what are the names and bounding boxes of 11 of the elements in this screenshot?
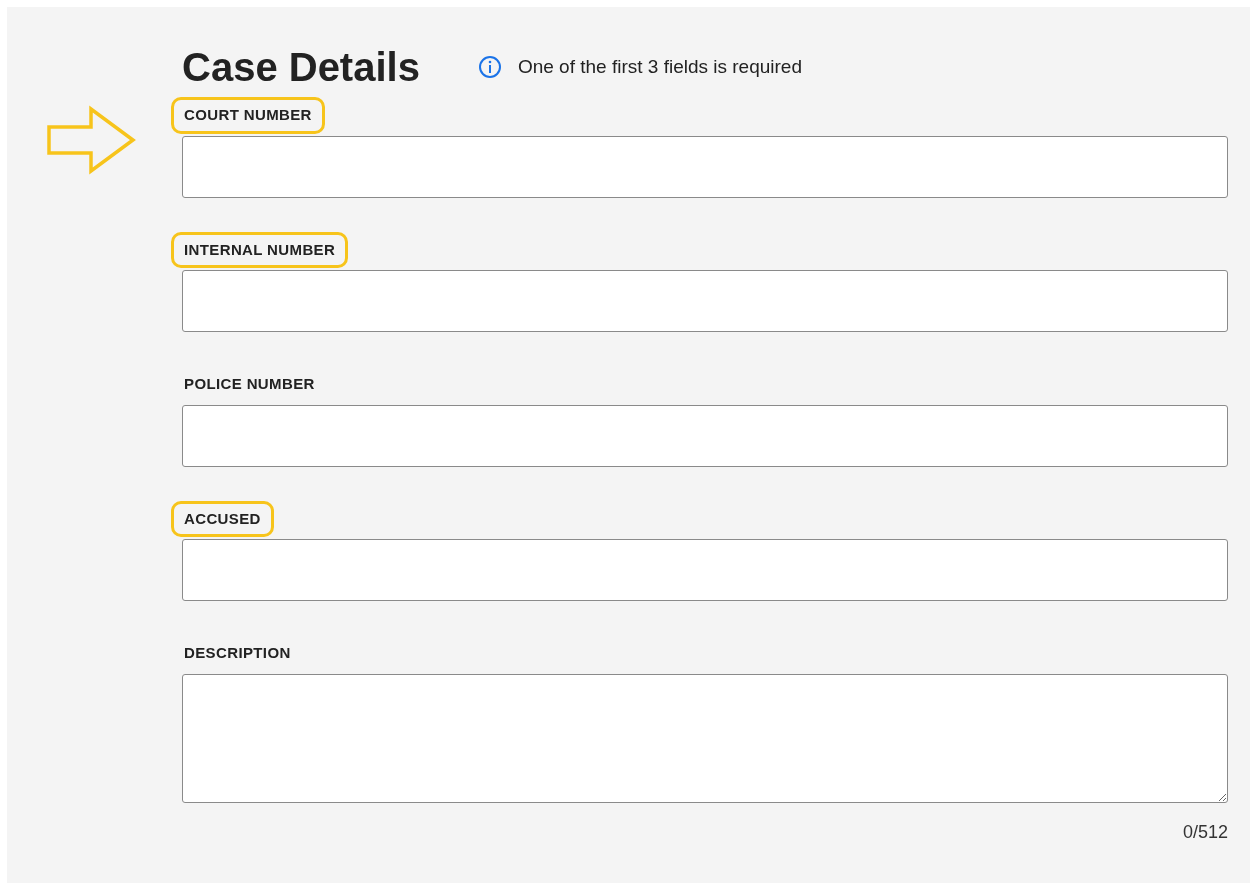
- field-label: POLICE NUMBER: [183, 374, 316, 394]
- input-field[interactable]: [182, 270, 1228, 332]
- input-field[interactable]: [182, 404, 1228, 467]
- field-label: DESCRIPTION: [183, 643, 292, 663]
- page-title: Case Details: [182, 47, 420, 87]
- character-counter: 0/512: [1182, 820, 1228, 844]
- info-icon: [477, 55, 502, 79]
- field-label: COURT NUMBER: [171, 97, 325, 134]
- input-field[interactable]: [182, 135, 1228, 198]
- input-field[interactable]: [182, 539, 1228, 601]
- required-notice: One of the first 3 fields is required: [517, 54, 802, 79]
